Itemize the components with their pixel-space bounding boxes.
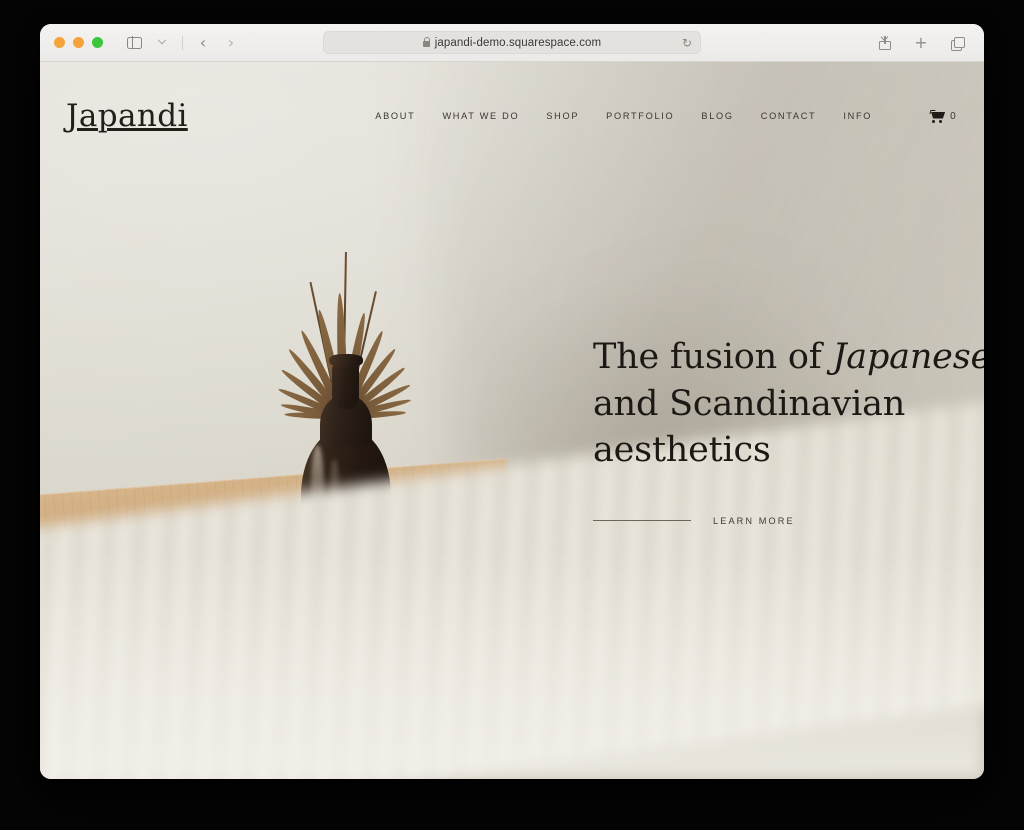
site-logo[interactable]: Japandi (66, 98, 188, 134)
close-window-button[interactable] (54, 37, 65, 48)
address-bar-content: japandi-demo.squarespace.com (422, 36, 602, 49)
nav-item-info[interactable]: Info (843, 111, 872, 121)
tab-overview-button[interactable] (944, 31, 970, 55)
learn-more-link[interactable]: Learn More (713, 516, 795, 526)
hero-headline-line2: and Scandinavian (593, 383, 906, 424)
shopping-cart-icon (929, 109, 946, 123)
site-header: Japandi About What We Do Shop Portfolio … (40, 98, 984, 134)
nav-item-what-we-do[interactable]: What We Do (442, 111, 519, 121)
lock-icon (422, 36, 431, 47)
nav-item-portfolio[interactable]: Portfolio (606, 111, 674, 121)
hero-copy: The fusion of Japanese and Scandinavian … (593, 334, 984, 526)
address-bar-url: japandi-demo.squarespace.com (434, 36, 602, 49)
toolbar-left-controls: ‹ › (121, 31, 244, 55)
hero-headline-line3: aesthetics (593, 430, 771, 471)
window-traffic-lights (54, 37, 103, 48)
back-button[interactable]: ‹ (190, 31, 216, 55)
hero-headline: The fusion of Japanese and Scandinavian … (593, 334, 984, 474)
nav-item-contact[interactable]: Contact (761, 111, 817, 121)
toolbar-divider (182, 35, 183, 50)
browser-window: ‹ › japandi-demo.squarespace.com ↻ + Jap… (40, 24, 984, 779)
reload-icon[interactable]: ↻ (682, 37, 692, 49)
share-button[interactable] (872, 31, 898, 55)
share-icon (879, 35, 891, 50)
minimize-window-button[interactable] (73, 37, 84, 48)
browser-toolbar: ‹ › japandi-demo.squarespace.com ↻ + (40, 24, 984, 62)
sidebar-options-button[interactable] (149, 31, 175, 55)
sidebar-toggle-button[interactable] (121, 31, 147, 55)
sidebar-icon (126, 36, 142, 49)
cart-button[interactable]: 0 (929, 109, 956, 123)
hero-headline-emphasis: Japanese (832, 337, 984, 377)
page-viewport: Japandi About What We Do Shop Portfolio … (40, 62, 984, 779)
toolbar-right-controls: + (872, 31, 970, 55)
nav-item-shop[interactable]: Shop (546, 111, 579, 121)
forward-button[interactable]: › (218, 31, 244, 55)
nav-item-blog[interactable]: Blog (701, 111, 733, 121)
nav-item-about[interactable]: About (375, 111, 415, 121)
cart-count-badge: 0 (950, 110, 956, 122)
hero-headline-line1-pre: The fusion of (593, 337, 833, 377)
new-tab-button[interactable]: + (908, 31, 934, 55)
hero-cta-row: Learn More (593, 516, 984, 526)
zoom-window-button[interactable] (92, 37, 103, 48)
main-navigation: About What We Do Shop Portfolio Blog Con… (375, 109, 956, 123)
desktop-backdrop: ‹ › japandi-demo.squarespace.com ↻ + Jap… (0, 0, 1024, 830)
address-bar[interactable]: japandi-demo.squarespace.com ↻ (323, 31, 701, 54)
tab-overview-icon (950, 36, 965, 51)
cta-rule (593, 520, 691, 522)
foreground-textile-fade (40, 549, 984, 779)
chevron-down-icon (157, 35, 167, 44)
